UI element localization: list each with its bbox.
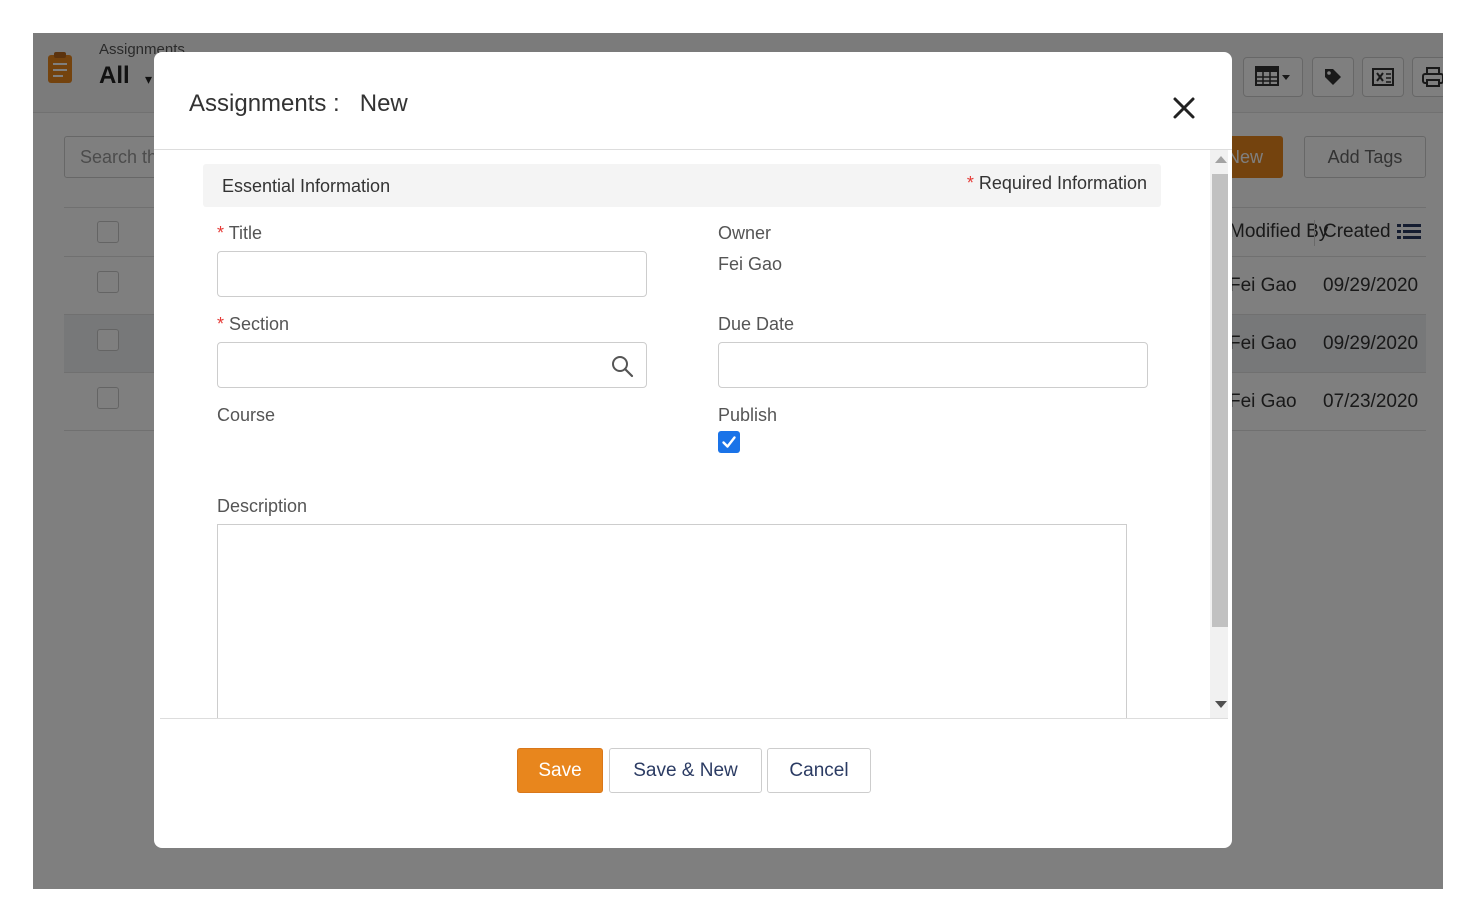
dialog-footer: Save Save & New Cancel xyxy=(160,718,1228,848)
section-title: Essential Information xyxy=(222,176,391,196)
save-and-new-button[interactable]: Save & New xyxy=(609,748,762,793)
scroll-down-arrow-icon[interactable] xyxy=(1215,701,1227,708)
search-icon[interactable] xyxy=(610,354,634,378)
required-asterisk: * xyxy=(217,314,225,334)
dialog-scrollbar[interactable] xyxy=(1210,150,1228,718)
dialog-title: Assignments : New xyxy=(189,90,408,117)
required-info-note: * Required Information xyxy=(967,173,1147,194)
due-date-label: Due Date xyxy=(718,314,795,334)
required-asterisk: * xyxy=(217,223,225,243)
section-label: * Section xyxy=(217,314,289,335)
section-header: Essential Information * Required Informa… xyxy=(203,164,1161,207)
title-label: * Title xyxy=(217,223,262,244)
owner-label: Owner xyxy=(718,223,772,243)
due-date-field[interactable] xyxy=(718,342,1148,388)
required-info-text: Required Information xyxy=(978,173,1147,193)
cancel-button[interactable]: Cancel xyxy=(767,748,871,793)
description-field[interactable] xyxy=(217,524,1127,718)
new-assignment-dialog: Assignments : New Essential Information … xyxy=(154,52,1232,848)
scrollbar-thumb[interactable] xyxy=(1212,174,1228,627)
description-textarea[interactable] xyxy=(218,525,1126,718)
title-label-text: Title xyxy=(228,223,263,243)
course-label: Course xyxy=(217,405,276,425)
owner-value: Fei Gao xyxy=(718,254,783,274)
scroll-up-arrow-icon[interactable] xyxy=(1215,156,1227,163)
title-field[interactable] xyxy=(217,251,647,297)
dialog-body: Essential Information * Required Informa… xyxy=(160,150,1228,718)
title-input[interactable] xyxy=(218,252,646,296)
close-icon[interactable] xyxy=(1170,94,1198,122)
description-label: Description xyxy=(217,496,308,516)
section-input[interactable] xyxy=(218,343,646,387)
required-asterisk: * xyxy=(966,173,974,193)
section-lookup-field[interactable] xyxy=(217,342,647,388)
dialog-header: Assignments : New xyxy=(154,52,1232,150)
section-label-text: Section xyxy=(229,314,290,334)
publish-checkbox[interactable] xyxy=(718,431,740,453)
due-date-input[interactable] xyxy=(719,343,1147,387)
save-button[interactable]: Save xyxy=(517,748,603,793)
publish-label: Publish xyxy=(718,405,778,425)
checkmark-icon xyxy=(722,436,736,448)
